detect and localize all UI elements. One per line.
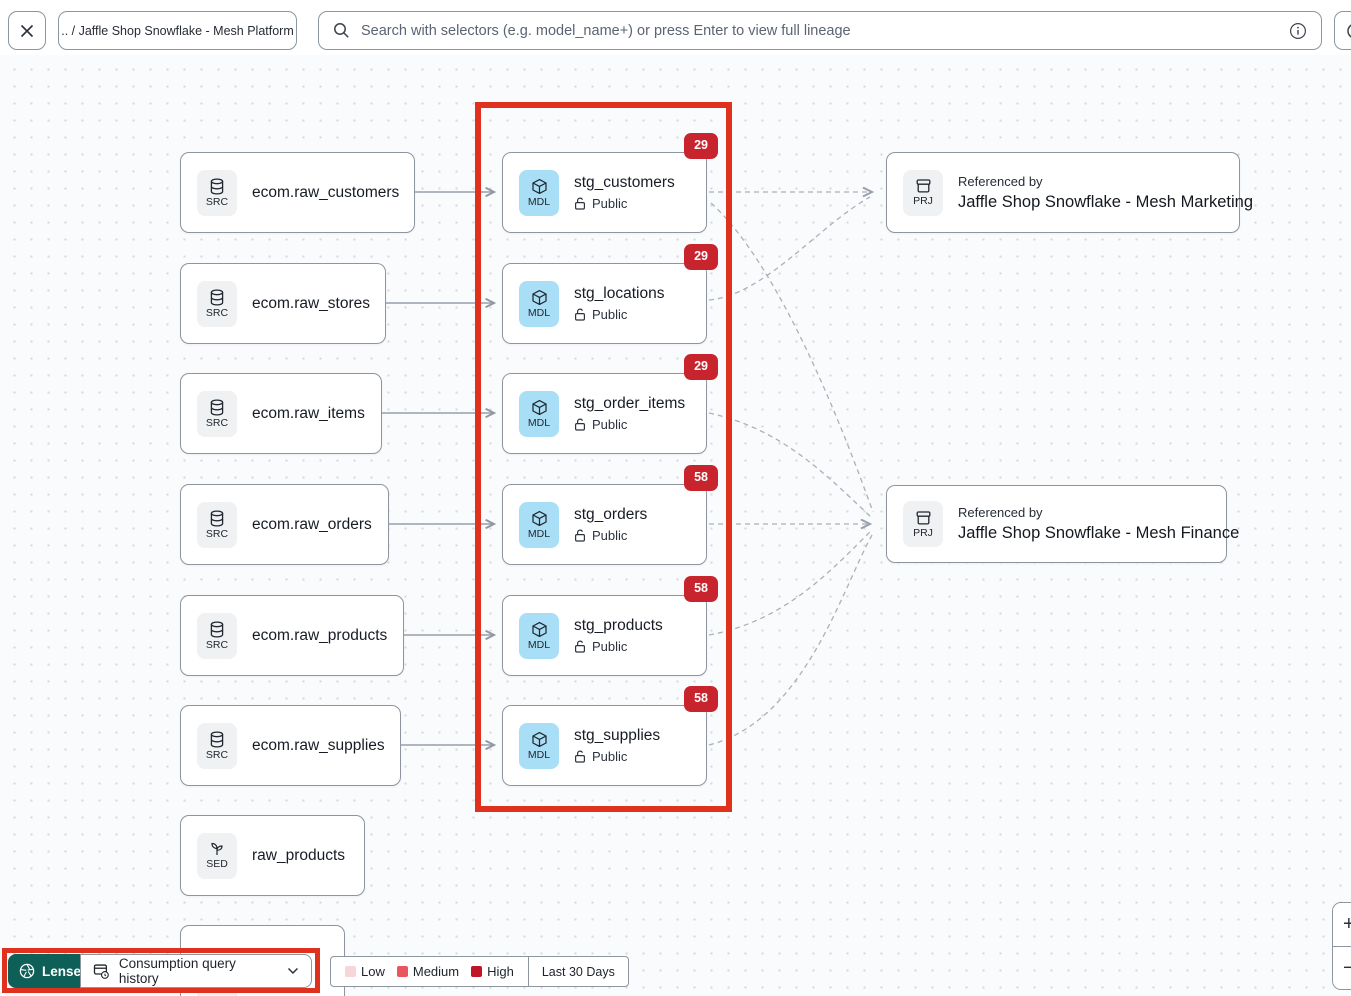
legend-label: Low (361, 964, 385, 979)
chevron-down-icon (287, 967, 299, 975)
legend-item-medium: Medium (397, 964, 459, 979)
zoom-out-button[interactable]: − (1333, 946, 1351, 989)
legend-scale: Low Medium High (331, 957, 529, 986)
lens-select[interactable]: Consumption query history (80, 954, 312, 988)
lens-selected-value: Consumption query history (119, 956, 278, 986)
heat-legend: Low Medium High Last 30 Days (330, 956, 629, 987)
high-swatch (471, 966, 482, 977)
legend-period: Last 30 Days (529, 957, 628, 986)
edge-stg_customers-finance (711, 203, 873, 512)
lineage-edges (0, 0, 1351, 996)
edge-stg_products-finance (709, 531, 871, 635)
lens-aperture-icon (19, 963, 35, 979)
medium-swatch (397, 966, 408, 977)
low-swatch (345, 966, 356, 977)
query-history-icon (93, 963, 110, 979)
zoom-controls: + − (1332, 902, 1351, 990)
legend-item-low: Low (345, 964, 385, 979)
legend-label: High (487, 964, 514, 979)
edge-stg_order_items-finance (709, 413, 871, 517)
edge-stg_locations-marketing (709, 197, 870, 300)
lineage-app: .. / Jaffle Shop Snowflake - Mesh Platfo… (0, 0, 1351, 996)
legend-label: Medium (413, 964, 459, 979)
legend-item-high: High (471, 964, 514, 979)
zoom-in-button[interactable]: + (1333, 903, 1351, 946)
edge-stg_supplies-finance (709, 535, 872, 745)
